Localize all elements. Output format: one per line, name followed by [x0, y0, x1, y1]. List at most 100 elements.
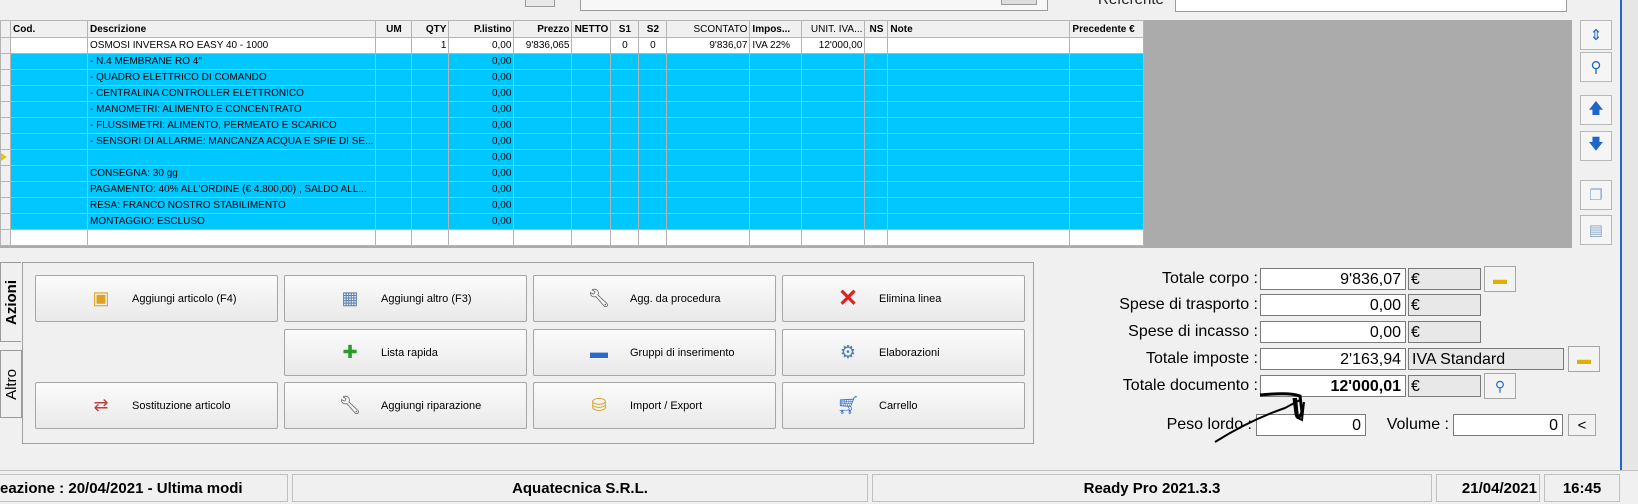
table-cell[interactable]: PAGAMENTO: 40% ALL'ORDINE (€ 4.800,00) ,…: [86, 181, 377, 198]
table-cell[interactable]: [666, 197, 751, 214]
table-cell[interactable]: [887, 197, 1071, 214]
row-indicator[interactable]: [0, 101, 11, 118]
table-row[interactable]: [0, 229, 1145, 246]
table-cell[interactable]: [887, 117, 1071, 134]
row-indicator[interactable]: [0, 117, 11, 134]
table-cell[interactable]: [666, 181, 751, 198]
table-cell[interactable]: 0,00: [448, 37, 515, 54]
table-cell[interactable]: [1069, 85, 1145, 102]
table-cell[interactable]: [1069, 165, 1145, 182]
table-cell[interactable]: [610, 229, 640, 246]
column-header[interactable]: Note: [887, 20, 1071, 38]
table-cell[interactable]: [411, 69, 450, 86]
table-cell[interactable]: [610, 133, 640, 150]
table-cell[interactable]: [86, 229, 377, 246]
table-cell[interactable]: - N.4 MEMBRANE RO 4": [86, 53, 377, 70]
search-icon[interactable]: ⚲: [1580, 52, 1612, 82]
table-cell[interactable]: [801, 229, 866, 246]
table-cell[interactable]: [571, 197, 612, 214]
table-cell[interactable]: [749, 181, 803, 198]
table-cell[interactable]: 0: [638, 37, 668, 54]
totale-imposte-field[interactable]: 2'163,94: [1260, 348, 1406, 370]
table-cell[interactable]: [666, 149, 751, 166]
gruppi-inserimento-button[interactable]: ▬ Gruppi di inserimento: [533, 329, 776, 376]
table-cell[interactable]: [10, 117, 88, 134]
table-cell[interactable]: [749, 85, 803, 102]
table-cell[interactable]: - CENTRALINA CONTROLLER ELETTRONICO: [86, 85, 377, 102]
agg-procedura-button[interactable]: 🔧︎ Agg. da procedura: [533, 275, 776, 322]
move-down-icon[interactable]: 🡇: [1580, 131, 1612, 161]
column-header[interactable]: UM: [375, 20, 413, 38]
tab-azioni[interactable]: Azioni: [0, 262, 21, 342]
table-cell[interactable]: [1069, 133, 1145, 150]
table-cell[interactable]: RESA: FRANCO NOSTRO STABILIMENTO: [86, 197, 377, 214]
table-cell[interactable]: [610, 85, 640, 102]
sostituzione-articolo-button[interactable]: ⇄ Sostituzione articolo: [35, 382, 278, 429]
table-cell[interactable]: [375, 229, 413, 246]
tab-altro[interactable]: Altro: [0, 350, 22, 418]
table-cell[interactable]: [887, 229, 1071, 246]
table-cell[interactable]: [571, 149, 612, 166]
table-cell[interactable]: 0,00: [448, 85, 515, 102]
table-cell[interactable]: [513, 101, 573, 118]
table-cell[interactable]: [513, 149, 573, 166]
table-row[interactable]: MONTAGGIO: ESCLUSO 0,00: [0, 213, 1145, 230]
table-row[interactable]: - N.4 MEMBRANE RO 4" 0,00: [0, 53, 1145, 70]
table-cell[interactable]: [610, 165, 640, 182]
totale-corpo-field[interactable]: 9'836,07: [1260, 268, 1406, 290]
table-cell[interactable]: 0: [610, 37, 640, 54]
table-cell[interactable]: [864, 149, 889, 166]
table-cell[interactable]: [749, 133, 803, 150]
row-indicator[interactable]: [0, 37, 11, 54]
table-cell[interactable]: [638, 229, 668, 246]
table-cell[interactable]: [10, 69, 88, 86]
table-cell[interactable]: [801, 149, 866, 166]
row-indicator[interactable]: [0, 133, 11, 150]
table-cell[interactable]: [1069, 229, 1145, 246]
table-cell[interactable]: [10, 133, 88, 150]
table-cell[interactable]: [513, 197, 573, 214]
column-header[interactable]: Precedente €: [1069, 20, 1145, 38]
table-cell[interactable]: [513, 181, 573, 198]
table-cell[interactable]: [610, 69, 640, 86]
table-cell[interactable]: [375, 181, 413, 198]
table-cell[interactable]: 1: [411, 37, 450, 54]
table-cell[interactable]: 0,00: [448, 117, 515, 134]
table-cell[interactable]: [10, 229, 88, 246]
table-cell[interactable]: [1069, 181, 1145, 198]
row-indicator[interactable]: [0, 53, 11, 70]
elaborazioni-button[interactable]: ⚙ Elaborazioni: [782, 329, 1025, 376]
table-cell[interactable]: [571, 117, 612, 134]
table-cell[interactable]: [375, 117, 413, 134]
table-cell[interactable]: 0,00: [448, 149, 515, 166]
table-cell[interactable]: [864, 197, 889, 214]
table-cell[interactable]: 0,00: [448, 165, 515, 182]
table-cell[interactable]: [610, 197, 640, 214]
table-cell[interactable]: [666, 133, 751, 150]
elimina-linea-button[interactable]: ✕ Elimina linea: [782, 275, 1025, 322]
table-cell[interactable]: [411, 53, 450, 70]
column-header[interactable]: NETTO: [571, 20, 612, 38]
table-cell[interactable]: [10, 197, 88, 214]
table-cell[interactable]: [1069, 37, 1145, 54]
table-cell[interactable]: [10, 101, 88, 118]
table-cell[interactable]: [513, 69, 573, 86]
table-cell[interactable]: [411, 117, 450, 134]
table-cell[interactable]: [86, 149, 377, 166]
table-cell[interactable]: [666, 85, 751, 102]
table-cell[interactable]: [638, 181, 668, 198]
table-cell[interactable]: [1069, 53, 1145, 70]
table-cell[interactable]: [375, 149, 413, 166]
move-up-icon[interactable]: 🡅: [1580, 95, 1612, 125]
table-row[interactable]: - MANOMETRI: ALIMENTO E CONCENTRATO 0,00: [0, 101, 1145, 118]
table-cell[interactable]: 12'000,00: [801, 37, 866, 54]
table-cell[interactable]: [666, 165, 751, 182]
table-cell[interactable]: - MANOMETRI: ALIMENTO E CONCENTRATO: [86, 101, 377, 118]
table-cell[interactable]: 0,00: [448, 69, 515, 86]
table-cell[interactable]: [801, 53, 866, 70]
table-cell[interactable]: [411, 213, 450, 230]
table-cell[interactable]: [864, 133, 889, 150]
copy-icon[interactable]: ❐: [1580, 180, 1612, 210]
table-cell[interactable]: [1069, 69, 1145, 86]
row-indicator[interactable]: [0, 213, 11, 230]
